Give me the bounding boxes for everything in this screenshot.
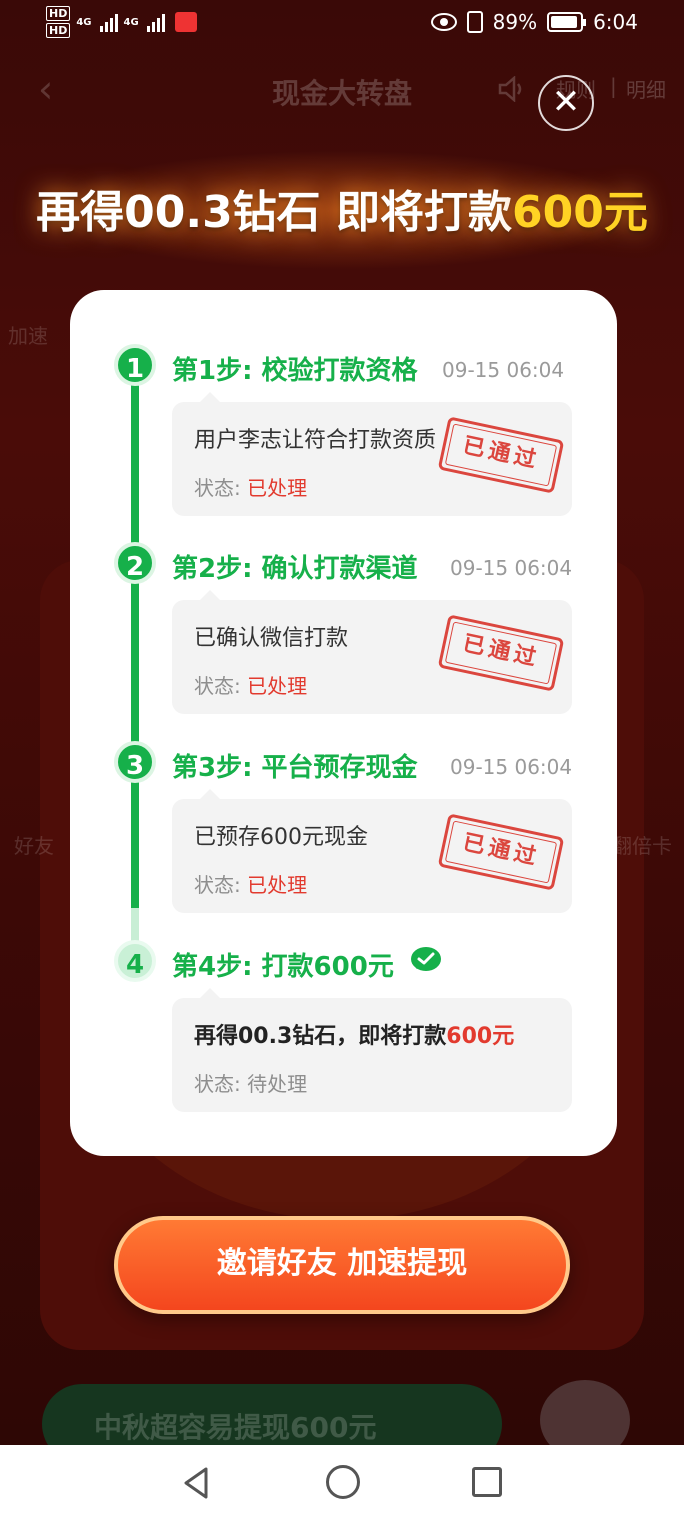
status-bar-right: 89% 6:04 [430,10,638,34]
step-3-status-label: 状态: [194,873,241,897]
step-2-title: 第2步: 确认打款渠道 [172,554,418,584]
step-3-time: 09-15 06:04 [450,755,573,779]
step-3-box: 已预存600元现金 状态: 已处理 已通过 [172,789,572,913]
payout-progress-modal: 1 第1步: 校验打款资格 09-15 06:04 用户李志让符合打款资质 状态… [70,290,617,1156]
step-3-description: 已预存600元现金 [194,825,368,850]
battery-icon [547,12,587,32]
battery-percent: 89% [492,10,538,34]
step-1-approved-stamp: 已通过 [437,416,565,494]
step-1-number: 1 [114,344,156,386]
step-1-status-value: 已处理 [247,476,308,500]
hd-badge-2: HD [46,23,71,38]
step-3-status: 状态: 已处理 [194,869,307,898]
headline: 再得00.3钻石 即将打款600元 [0,176,684,240]
step-4-description: 再得00.3钻石，即将打款600元 [194,1018,514,1050]
step-4-title: 第4步: 打款600元 [172,952,394,982]
step-4-description-prefix: 再得00.3钻石，即将打款 [194,1024,447,1049]
timeline-line [131,368,139,908]
signal-1-icon [99,12,118,32]
step-1-description: 用户李志让符合打款资质 [194,428,437,453]
step-2-status-value: 已处理 [247,674,308,698]
step-2-time: 09-15 06:04 [450,556,573,580]
step-2-box: 已确认微信打款 状态: 已处理 已通过 [172,590,572,714]
headline-prefix: 再得00.3钻石 即将打款 [36,187,513,238]
step-1-title: 第1步: 校验打款资格 [172,356,418,386]
speaker-icon [498,76,522,102]
step-1-box: 用户李志让符合打款资质 状态: 已处理 已通过 [172,392,572,516]
app-notification-icon [174,12,197,32]
header-separator: | [610,74,617,98]
step-1-status-label: 状态: [194,476,241,500]
network-type-1: 4G [76,16,92,28]
step-4-number: 4 [114,940,156,982]
hd-badge-1: HD [46,6,71,21]
side-label-left: 加速 [8,324,48,348]
step-3-status-value: 已处理 [247,873,308,897]
nav-back-icon[interactable] [178,1465,214,1501]
invite-friends-button[interactable]: 邀请好友 加速提现 [114,1216,570,1314]
status-bar: HD HD 4G 4G 89% 6:04 [0,0,684,48]
step-3-approved-stamp: 已通过 [437,813,565,891]
step-3-title: 第3步: 平台预存现金 [172,753,418,783]
detail-link: 明细 [626,78,666,102]
close-button[interactable]: ✕ [538,75,594,131]
step-1-time: 09-15 06:04 [442,358,565,382]
step-4-status: 状态: 待处理 [194,1068,307,1097]
bottom-promo-text: 中秋超容易提现600元 [94,1411,377,1444]
close-icon: ✕ [551,82,581,122]
headline-amount: 600元 [512,187,648,238]
vibrate-icon [466,11,483,33]
step-2-approved-stamp: 已通过 [437,614,565,692]
side-label-left-2: 好友 [14,834,54,858]
step-2-number: 2 [114,542,156,584]
side-label-right: 翻倍卡 [612,834,672,858]
step-2-status-label: 状态: [194,674,241,698]
nav-home-icon[interactable] [326,1465,360,1499]
step-4-status-value: 待处理 [247,1072,308,1096]
eye-comfort-icon [430,13,457,31]
step-4-box: 再得00.3钻石，即将打款600元 状态: 待处理 [172,988,572,1112]
network-type-2: 4G [123,16,139,28]
step-1-status: 状态: 已处理 [194,472,307,501]
signal-2-icon [146,12,165,32]
system-nav-bar [0,1445,684,1520]
status-bar-left: HD HD 4G 4G [46,6,197,38]
step-2-status: 状态: 已处理 [194,670,307,699]
step-2-description: 已确认微信打款 [194,626,349,651]
step-3-number: 3 [114,741,156,783]
step-4-description-amount: 600元 [446,1024,515,1049]
hd-indicators: HD HD [46,6,71,38]
wechat-icon [411,947,441,971]
nav-recent-apps-icon[interactable] [472,1467,502,1497]
step-4-status-label: 状态: [194,1072,241,1096]
clock: 6:04 [593,10,638,34]
